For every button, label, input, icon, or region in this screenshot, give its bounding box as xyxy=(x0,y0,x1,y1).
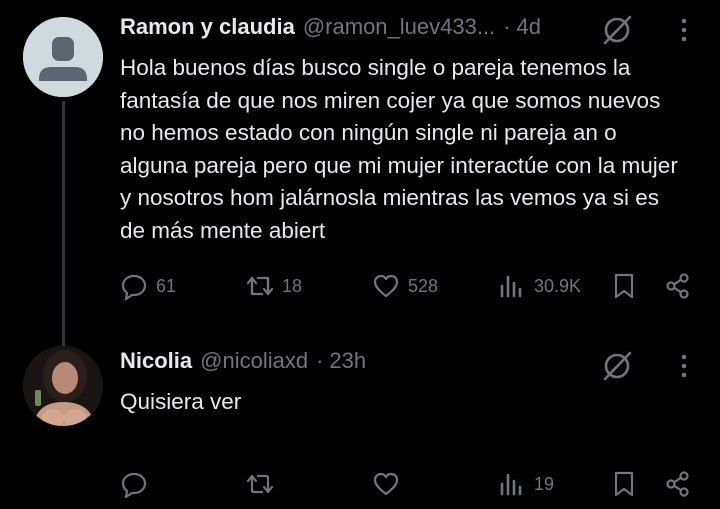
heart-icon xyxy=(373,472,399,496)
user-handle[interactable]: @ramon_luev433... xyxy=(303,14,495,40)
bookmark-icon xyxy=(614,273,634,299)
tweet-ramon[interactable]: Ramon y claudia @ramon_luev433... · 4d H… xyxy=(0,0,720,346)
default-avatar-icon xyxy=(23,17,103,97)
tweet-header: Nicolia @nicoliaxd · 23h xyxy=(120,348,366,374)
reply-button[interactable] xyxy=(120,464,156,504)
retweet-count: 18 xyxy=(282,275,303,296)
share-icon xyxy=(666,273,689,299)
bookmark-button[interactable] xyxy=(610,464,638,504)
separator-dot: · xyxy=(503,14,511,39)
photo-avatar-icon xyxy=(23,346,103,426)
display-name[interactable]: Ramon y claudia xyxy=(120,14,295,40)
share-button[interactable] xyxy=(664,266,692,306)
grok-icon[interactable] xyxy=(601,350,633,382)
grok-icon[interactable] xyxy=(601,14,633,46)
tweet-text: Hola buenos días busco single o pareja t… xyxy=(120,55,678,243)
reply-icon xyxy=(121,274,147,300)
share-icon xyxy=(666,471,689,497)
view-count: 30.9K xyxy=(534,275,582,296)
timestamp[interactable]: 4d xyxy=(517,14,541,40)
bookmark-button[interactable] xyxy=(610,266,638,306)
retweet-button[interactable] xyxy=(246,464,282,504)
view-count: 19 xyxy=(534,473,555,494)
retweet-icon xyxy=(246,474,274,494)
reply-count: 61 xyxy=(156,275,177,296)
more-icon[interactable] xyxy=(670,16,698,44)
heart-icon xyxy=(373,274,399,298)
bookmark-icon xyxy=(614,471,634,497)
separator-dot: · xyxy=(316,348,324,373)
avatar[interactable] xyxy=(23,17,103,97)
retweet-button[interactable]: 18 xyxy=(246,266,302,306)
share-button[interactable] xyxy=(664,464,692,504)
reply-button[interactable]: 61 xyxy=(120,266,176,306)
user-handle[interactable]: @nicoliaxd xyxy=(200,348,308,374)
views-button[interactable]: 30.9K xyxy=(498,266,581,306)
more-icon[interactable] xyxy=(670,352,698,380)
action-bar: 61 18 528 30.9K xyxy=(0,266,720,306)
like-button[interactable] xyxy=(372,464,408,504)
tweet-header: Ramon y claudia @ramon_luev433... · 4d xyxy=(120,14,541,40)
views-button[interactable]: 19 xyxy=(498,464,554,504)
like-button[interactable]: 528 xyxy=(372,266,438,306)
display-name[interactable]: Nicolia xyxy=(120,348,192,374)
views-icon xyxy=(500,473,522,496)
retweet-icon xyxy=(246,276,274,296)
views-icon xyxy=(500,275,522,298)
like-count: 528 xyxy=(408,275,439,296)
timestamp[interactable]: 23h xyxy=(329,348,366,374)
tweet-text: Quisiera ver xyxy=(120,389,242,414)
thread-line xyxy=(62,101,65,346)
avatar[interactable] xyxy=(23,346,103,426)
reply-icon xyxy=(121,472,147,498)
action-bar: 19 xyxy=(0,464,720,504)
tweet-nicolia[interactable]: Nicolia @nicoliaxd · 23h Quisiera ver 19 xyxy=(0,330,720,509)
